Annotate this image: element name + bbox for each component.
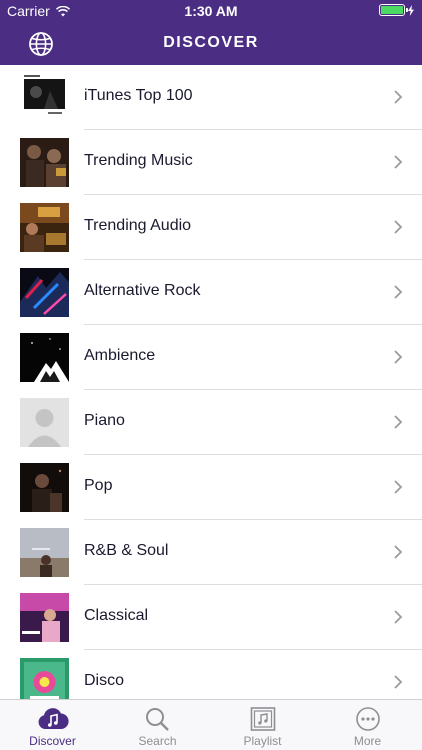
chevron-right-icon [394,155,403,169]
genre-label: Ambience [84,347,156,364]
genre-label: Piano [84,412,125,429]
chevron-right-icon [394,480,403,494]
genre-label: Classical [84,607,149,624]
trending-music-cover [20,138,69,187]
genre-label: Disco [84,672,125,689]
clock: 1:30 AM [184,3,238,19]
battery-icon [379,4,408,16]
chevron-right-icon [394,675,403,689]
alternative-rock-cover [20,268,69,317]
genre-row-itunes-top-100[interactable]: iTunes Top 100 [0,65,422,130]
chevron-right-icon [394,220,403,234]
tab-playlist[interactable]: Playlist [210,700,315,750]
rnb-soul-cover [20,528,69,577]
pop-cover [20,463,69,512]
playlist-icon [250,707,275,731]
trending-audio-cover [20,203,69,252]
genre-row-rnb-soul[interactable]: R&B & Soul [0,520,422,585]
genre-row-disco[interactable]: Disco [0,650,422,699]
genre-row-trending-music[interactable]: Trending Music [0,130,422,195]
genre-list: iTunes Top 100 Trending Music Trending A… [0,65,422,699]
chevron-right-icon [394,415,403,429]
genre-row-pop[interactable]: Pop [0,455,422,520]
tab-label: Discover [29,734,76,748]
tab-label: Playlist [243,734,282,748]
tab-more[interactable]: More [315,700,420,750]
status-right [379,4,414,16]
more-icon [355,707,380,731]
classical-cover [20,593,69,642]
chevron-right-icon [394,545,403,559]
tab-discover[interactable]: Discover [0,700,105,750]
genre-row-classical[interactable]: Classical [0,585,422,650]
tab-label: More [353,734,382,748]
page-title: DISCOVER [163,34,259,51]
chevron-right-icon [394,285,403,299]
tab-bar: Discover Search Playlist More [0,699,422,750]
search-icon [145,708,169,731]
chevron-right-icon [394,350,403,364]
genre-label: Trending Music [84,152,193,169]
placeholder-avatar [20,398,69,447]
charging-bolt-icon [408,4,414,16]
itunes-top-100-cover [20,73,69,122]
genre-row-piano[interactable]: Piano [0,390,422,455]
genre-label: iTunes Top 100 [84,87,193,104]
music-cloud-icon [38,708,69,729]
disco-cover [20,658,69,699]
genre-row-alternative-rock[interactable]: Alternative Rock [0,260,422,325]
genre-label: Alternative Rock [84,282,201,299]
genre-label: Trending Audio [84,217,192,234]
chevron-right-icon [394,90,403,104]
nav-bar: DISCOVER [0,22,422,65]
tab-label: Search [138,734,177,748]
battery-level [381,6,403,14]
tab-search[interactable]: Search [105,700,210,750]
ambience-cover [20,333,69,382]
genre-label: R&B & Soul [84,542,169,559]
chevron-right-icon [394,610,403,624]
genre-label: Pop [84,477,113,494]
genre-row-trending-audio[interactable]: Trending Audio [0,195,422,260]
status-bar: Carrier 1:30 AM [0,0,422,22]
genre-row-ambience[interactable]: Ambience [0,325,422,390]
